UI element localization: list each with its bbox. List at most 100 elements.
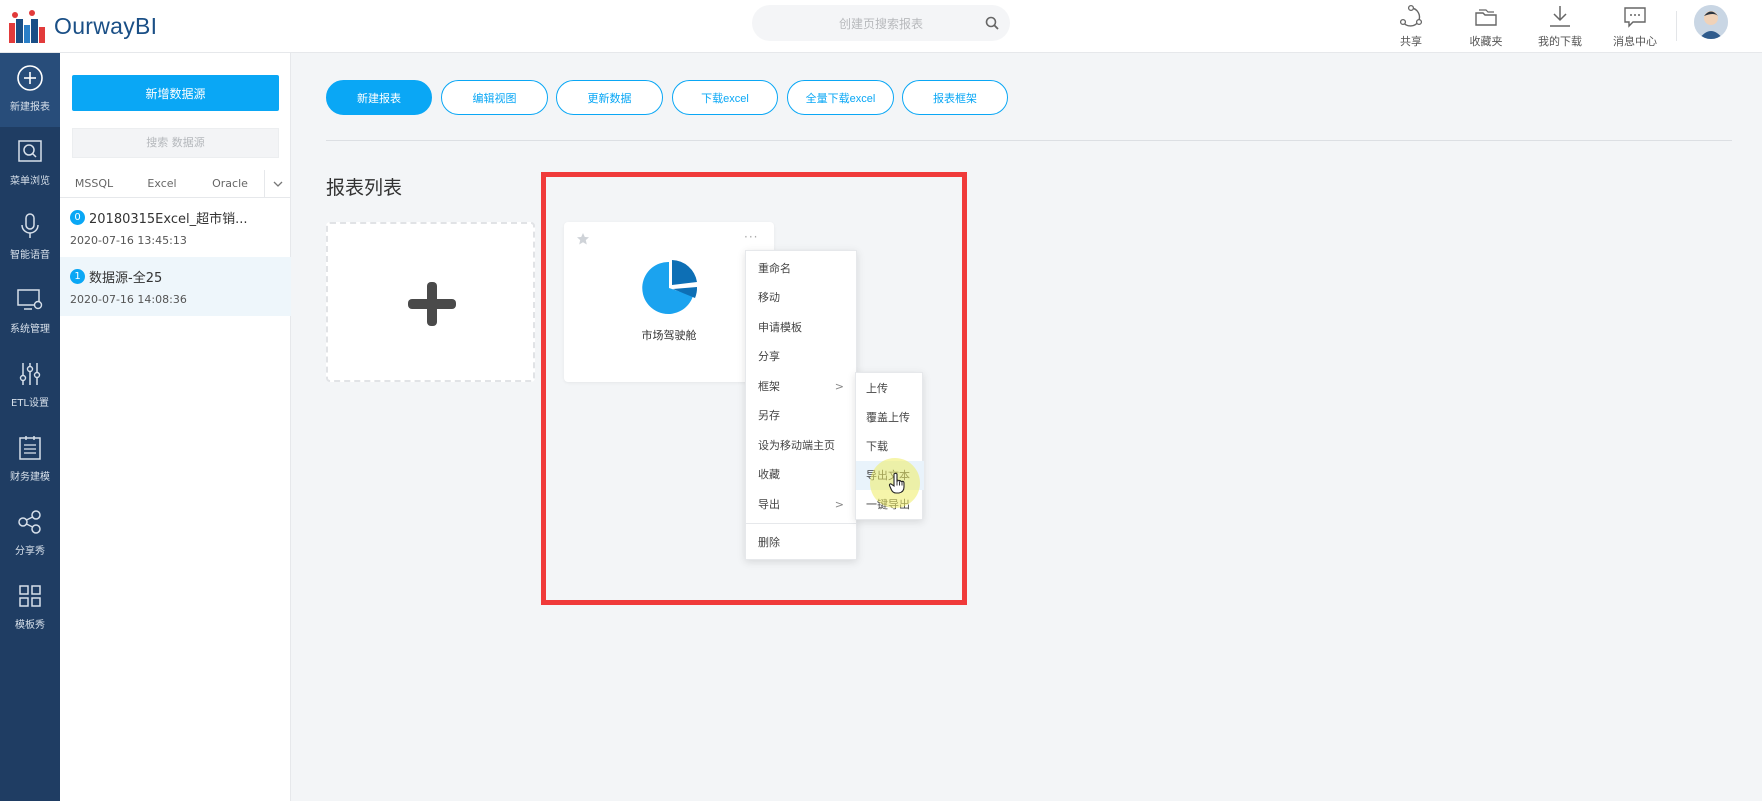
new-report-button[interactable]: 新建报表 [326,80,432,115]
submenu-item-download[interactable]: 下载 [856,432,924,461]
nav-smart-voice-label: 智能语音 [10,250,50,261]
add-report-card[interactable] [326,222,535,382]
menu-item-delete[interactable]: 删除 [746,529,858,557]
left-navigation: 新建报表 菜单浏览 智能语音 系统管理 ETL设置 财务建模 分享秀 模板秀 [0,53,60,801]
folder-icon [1475,9,1497,26]
submenu-item-one-click-export[interactable]: 一键导出 [856,490,924,519]
datasource-item[interactable]: 0 20180315Excel_超市销... 2020-07-16 13:45:… [60,198,291,257]
grid-icon [19,585,41,607]
datasource-name: 20180315Excel_超市销... [89,212,248,227]
microphone-icon [21,213,39,238]
clipboard-list-icon [19,436,41,460]
avatar-icon [1694,5,1728,39]
menu-item-share[interactable]: 分享 [746,343,858,371]
menu-item-set-mobile-home[interactable]: 设为移动端主页 [746,432,858,460]
message-icon [1624,7,1646,28]
plus-circle-icon [17,65,43,91]
menu-item-save-as[interactable]: 另存 [746,402,858,430]
my-downloads-button[interactable]: 我的下载 [1529,3,1591,49]
menu-item-framework[interactable]: 框架 > [746,373,858,401]
datasource-index-badge: 1 [70,269,85,284]
download-icon [1550,6,1570,27]
share-nodes-icon [18,510,41,534]
report-card[interactable]: ··· 市场驾驶舱 [564,222,774,382]
toolbar-divider [326,140,1732,141]
datasource-time: 2020-07-16 14:08:36 [70,293,187,306]
submenu-item-overwrite-upload[interactable]: 覆盖上传 [856,403,924,432]
nav-etl-settings-label: ETL设置 [11,398,49,409]
nav-share-show[interactable]: 分享秀 [0,497,60,571]
download-excel-button[interactable]: 下载excel [672,80,778,115]
menu-item-framework-label: 框架 [758,380,780,393]
user-avatar[interactable] [1694,5,1728,39]
share-label: 共享 [1400,35,1422,48]
nav-etl-settings[interactable]: ETL设置 [0,349,60,423]
nav-new-report[interactable]: 新建报表 [0,53,60,127]
star-icon[interactable] [576,232,590,246]
report-list-title: 报表列表 [326,177,403,199]
nav-share-show-label: 分享秀 [15,546,45,557]
chevron-down-icon [273,181,283,187]
nav-system-management[interactable]: 系统管理 [0,275,60,349]
message-center-label: 消息中心 [1613,35,1657,48]
favorites-button[interactable]: 收藏夹 [1455,3,1517,49]
report-search-placeholder: 创建页搜索报表 [838,16,923,31]
nav-menu-browse-label: 菜单浏览 [10,176,50,187]
submenu-item-upload[interactable]: 上传 [856,374,924,403]
menu-separator [746,523,858,524]
menu-item-apply-template[interactable]: 申请模板 [746,314,858,342]
datasource-name: 数据源-全25 [89,271,163,286]
tab-excel[interactable]: Excel [128,177,196,190]
report-search-input[interactable]: 创建页搜索报表 [752,5,1010,41]
nav-system-management-label: 系统管理 [10,324,50,335]
share-button[interactable]: 共享 [1380,3,1442,49]
report-framework-button[interactable]: 报表框架 [902,80,1008,115]
tab-mssql[interactable]: MSSQL [60,177,128,190]
menu-item-export-label: 导出 [758,498,780,511]
datasource-time: 2020-07-16 13:45:13 [70,234,187,247]
edit-view-button[interactable]: 编辑视图 [441,80,548,115]
datasource-search-input[interactable]: 搜索 数据源 [72,128,279,158]
datasource-type-tabs: MSSQL Excel Oracle [60,170,291,198]
favorites-label: 收藏夹 [1469,35,1503,48]
nav-menu-browse[interactable]: 菜单浏览 [0,127,60,201]
nav-smart-voice[interactable]: 智能语音 [0,201,60,275]
nav-template-show-label: 模板秀 [15,620,45,631]
monitor-settings-icon [17,289,43,310]
more-tabs-button[interactable] [264,170,291,198]
report-name: 市场驾驶舱 [641,329,697,342]
menu-item-favorite[interactable]: 收藏 [746,461,858,489]
submenu-item-export-text[interactable]: 导出文本 [856,461,924,490]
logo-mark-icon [9,10,45,43]
my-downloads-label: 我的下载 [1538,35,1582,48]
datasource-index-badge: 0 [70,210,85,225]
update-data-button[interactable]: 更新数据 [556,80,663,115]
pie-chart-icon [642,260,698,314]
framework-submenu: 上传 覆盖上传 下载 导出文本 一键导出 [855,372,924,520]
browse-icon [18,140,42,162]
add-datasource-button[interactable]: 新增数据源 [72,75,279,111]
share-icon [1399,4,1423,27]
nav-template-show[interactable]: 模板秀 [0,571,60,645]
chevron-right-icon: > [834,380,844,393]
app-logo[interactable]: OurwayBI [6,6,157,46]
menu-item-move[interactable]: 移动 [746,284,858,312]
datasource-panel: 新增数据源 搜索 数据源 MSSQL Excel Oracle 0 201803… [60,53,291,801]
datasource-item[interactable]: 1 数据源-全25 2020-07-16 14:08:36 [60,257,291,316]
plus-icon [408,282,456,326]
sliders-icon [19,363,41,385]
message-center-button[interactable]: 消息中心 [1604,3,1666,49]
header-divider [1676,11,1677,41]
full-download-excel-button[interactable]: 全量下载excel [787,80,894,115]
menu-item-rename[interactable]: 重命名 [746,255,858,283]
search-icon[interactable] [984,15,1000,31]
nav-new-report-label: 新建报表 [10,102,50,113]
menu-item-export[interactable]: 导出 > [746,491,858,519]
top-bar: OurwayBI 创建页搜索报表 共享 收藏夹 我的下载 消息中心 [0,0,1762,53]
more-options-icon[interactable]: ··· [744,230,758,244]
chevron-right-icon: > [834,498,844,511]
nav-financial-modeling[interactable]: 财务建模 [0,423,60,497]
nav-financial-modeling-label: 财务建模 [10,472,50,483]
tab-oracle[interactable]: Oracle [196,177,264,190]
app-name: OurwayBI [54,12,158,39]
